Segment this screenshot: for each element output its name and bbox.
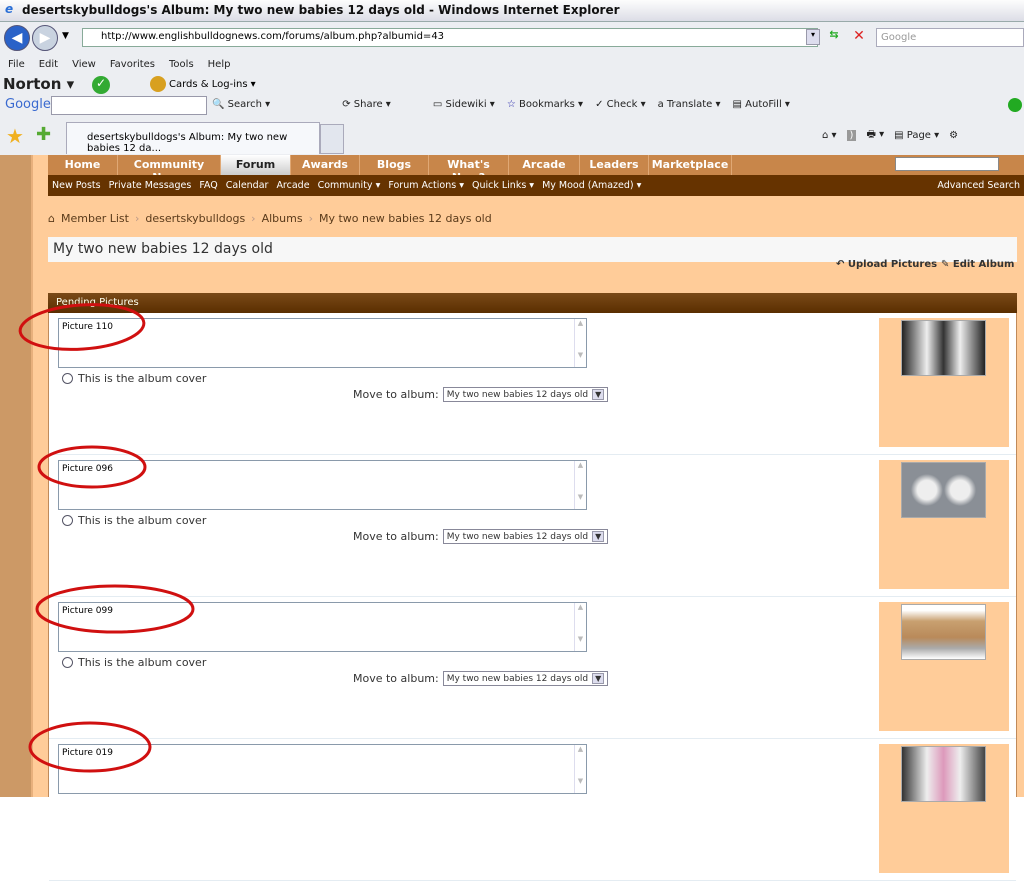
red-annotation-circles — [18, 303, 195, 773]
annotation-circle — [28, 721, 152, 773]
annotation-circle — [35, 584, 195, 634]
annotation-circle — [37, 445, 147, 489]
annotation-circle — [18, 303, 146, 351]
